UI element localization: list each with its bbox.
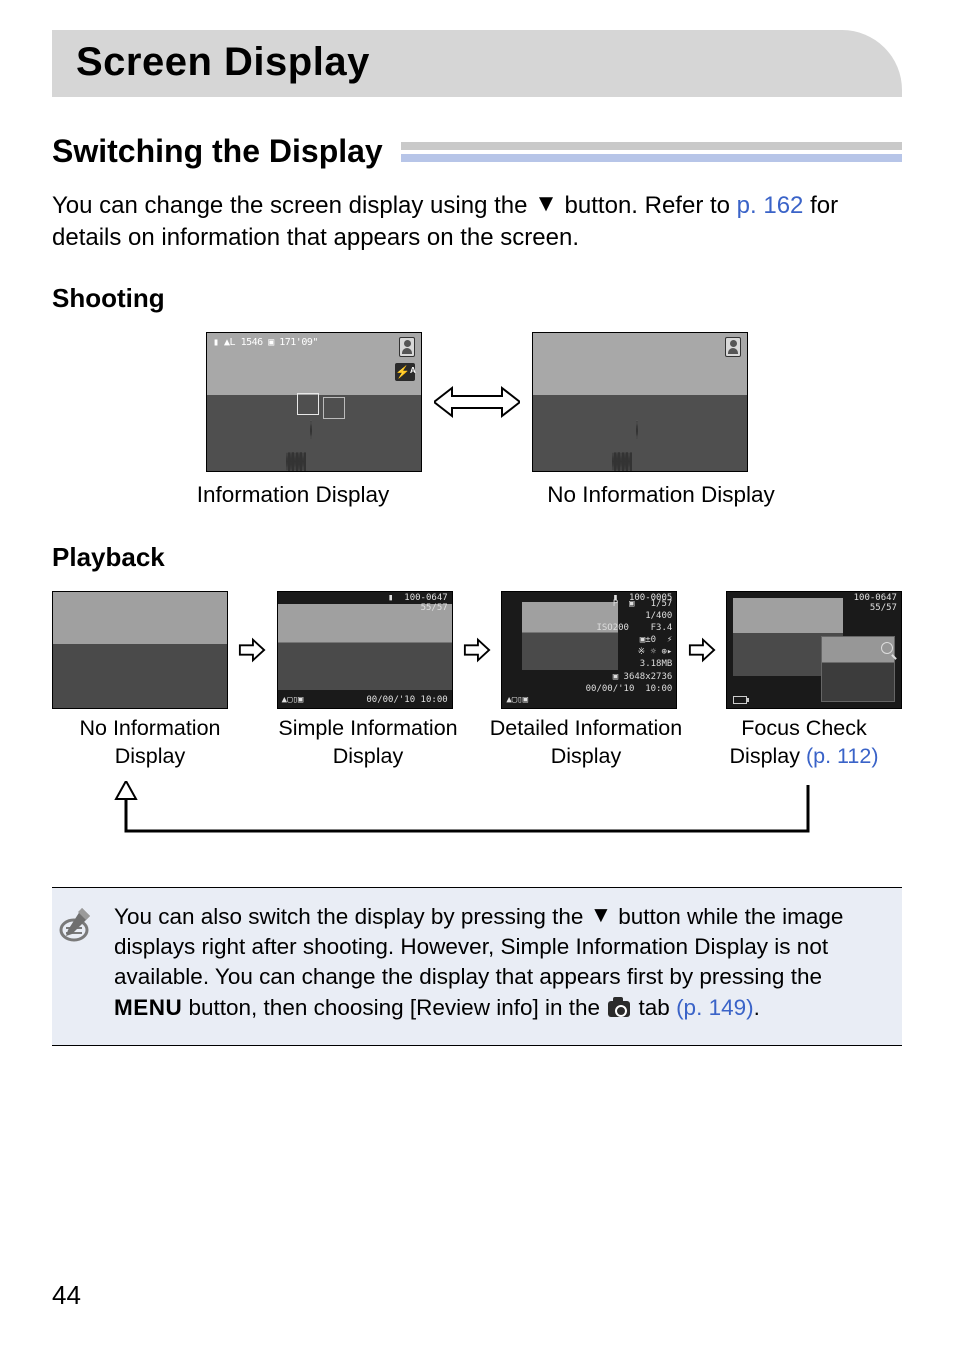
- intro-text-2: button. Refer to: [558, 192, 737, 219]
- chapter-title: Screen Display: [76, 40, 878, 85]
- page-number: 44: [52, 1280, 81, 1311]
- overlay-meta-icons: ▲▢▯▣: [506, 696, 528, 706]
- shooting-row: ▮ ▲L 1546 ▣ 171'09" ⚡ᴬ: [52, 332, 902, 472]
- overlay-meta-icons: ▲▢▯▣: [282, 696, 304, 706]
- caption-line: Display: [551, 744, 622, 768]
- menu-button-label: MENU: [114, 995, 182, 1020]
- down-button-icon: ▼: [534, 188, 558, 220]
- note-text: You can also switch the display by press…: [114, 902, 880, 1024]
- caption-line: Focus Check: [741, 716, 866, 740]
- note-box: You can also switch the display by press…: [52, 888, 902, 1046]
- shooting-captions: Information Display No Information Displ…: [52, 482, 902, 508]
- playback-focus-check-thumb: 100-0647 55/57: [726, 591, 902, 709]
- arrow-right-icon: [238, 635, 266, 665]
- arrow-right-icon: [688, 635, 716, 665]
- playback-row: ▮ 100-0647 55/57 ▲▢▯▣ 00/00/'10 10:00 ▮ …: [52, 591, 902, 709]
- playback-heading: Playback: [52, 542, 902, 573]
- section-heading-row: Switching the Display: [52, 133, 902, 170]
- caption-focus-check: Focus Check Display (p. 112): [706, 715, 902, 771]
- caption-detailed-info: Detailed Information Display: [488, 715, 684, 771]
- arrow-right-icon: [463, 635, 491, 665]
- caption-no-info-display: No Information Display: [531, 482, 791, 508]
- overlay-status-left: ▮ ▲L 1546 ▣ 171'09": [213, 337, 318, 353]
- shooting-info-display-thumb: ▮ ▲L 1546 ▣ 171'09" ⚡ᴬ: [206, 332, 422, 472]
- portrait-mode-icon: [725, 337, 741, 357]
- camera-tab-icon: [608, 1001, 630, 1017]
- caption-line: Detailed Information: [490, 716, 682, 740]
- overlay-meta-top: 100-0647 55/57: [854, 594, 897, 614]
- playback-detailed-info-thumb: ▮ 100-0005 P ▣ 1/57 1/400 ISO200 F3.4 ▣±…: [501, 591, 677, 709]
- flash-auto-icon: ⚡ᴬ: [395, 363, 415, 381]
- caption-line: Display: [730, 744, 806, 768]
- caption-simple-info: Simple Information Display: [270, 715, 466, 771]
- caption-info-display: Information Display: [163, 482, 423, 508]
- overlay-meta-top: ▮ 100-0647 55/57: [388, 594, 448, 614]
- section-title: Switching the Display: [52, 133, 383, 170]
- overlay-meta-date: 00/00/'10 10:00: [366, 696, 447, 706]
- playback-no-info-thumb: [52, 591, 228, 709]
- note-text-3: button, then choosing [Review info] in t…: [182, 995, 606, 1020]
- battery-icon: [733, 696, 747, 704]
- playback-simple-info-thumb: ▮ 100-0647 55/57 ▲▢▯▣ 00/00/'10 10:00: [277, 591, 453, 709]
- caption-line: Simple Information: [278, 716, 457, 740]
- caption-no-info: No Information Display: [52, 715, 248, 771]
- shooting-no-info-thumb: [532, 332, 748, 472]
- playback-captions: No Information Display Simple Informatio…: [52, 715, 902, 771]
- chapter-banner: Screen Display: [52, 30, 902, 97]
- magnify-icon: [881, 642, 895, 656]
- af-frame-icon: [297, 393, 319, 415]
- caption-line: No Information: [79, 716, 220, 740]
- caption-line: Display: [115, 744, 186, 768]
- section-accent-bars: [401, 142, 902, 162]
- note-text-4: tab: [632, 995, 676, 1020]
- note-pencil-icon: [58, 902, 100, 1024]
- page-ref-link[interactable]: p. 162: [737, 192, 804, 219]
- portrait-mode-icon: [399, 337, 415, 357]
- note-sep-bottom: [52, 1045, 902, 1046]
- note-text-1: You can also switch the display by press…: [114, 904, 590, 929]
- down-button-icon: ▼: [590, 900, 612, 930]
- page-ref-link[interactable]: (p. 112): [806, 744, 879, 768]
- overlay-meta-right: P ▣ 1/57 1/400 ISO200 F3.4 ▣±0 ⚡ ※ ☼ ⊕▸ …: [586, 598, 673, 702]
- shooting-heading: Shooting: [52, 283, 902, 314]
- af-frame-icon: [323, 397, 345, 419]
- loop-arrow: [52, 781, 902, 861]
- intro-text-1: You can change the screen display using …: [52, 192, 534, 219]
- page-ref-link[interactable]: (p. 149): [676, 995, 754, 1020]
- double-arrow-icon: [442, 382, 512, 422]
- caption-line: Display: [333, 744, 404, 768]
- intro-paragraph: You can change the screen display using …: [52, 190, 902, 255]
- note-text-5: .: [754, 995, 760, 1020]
